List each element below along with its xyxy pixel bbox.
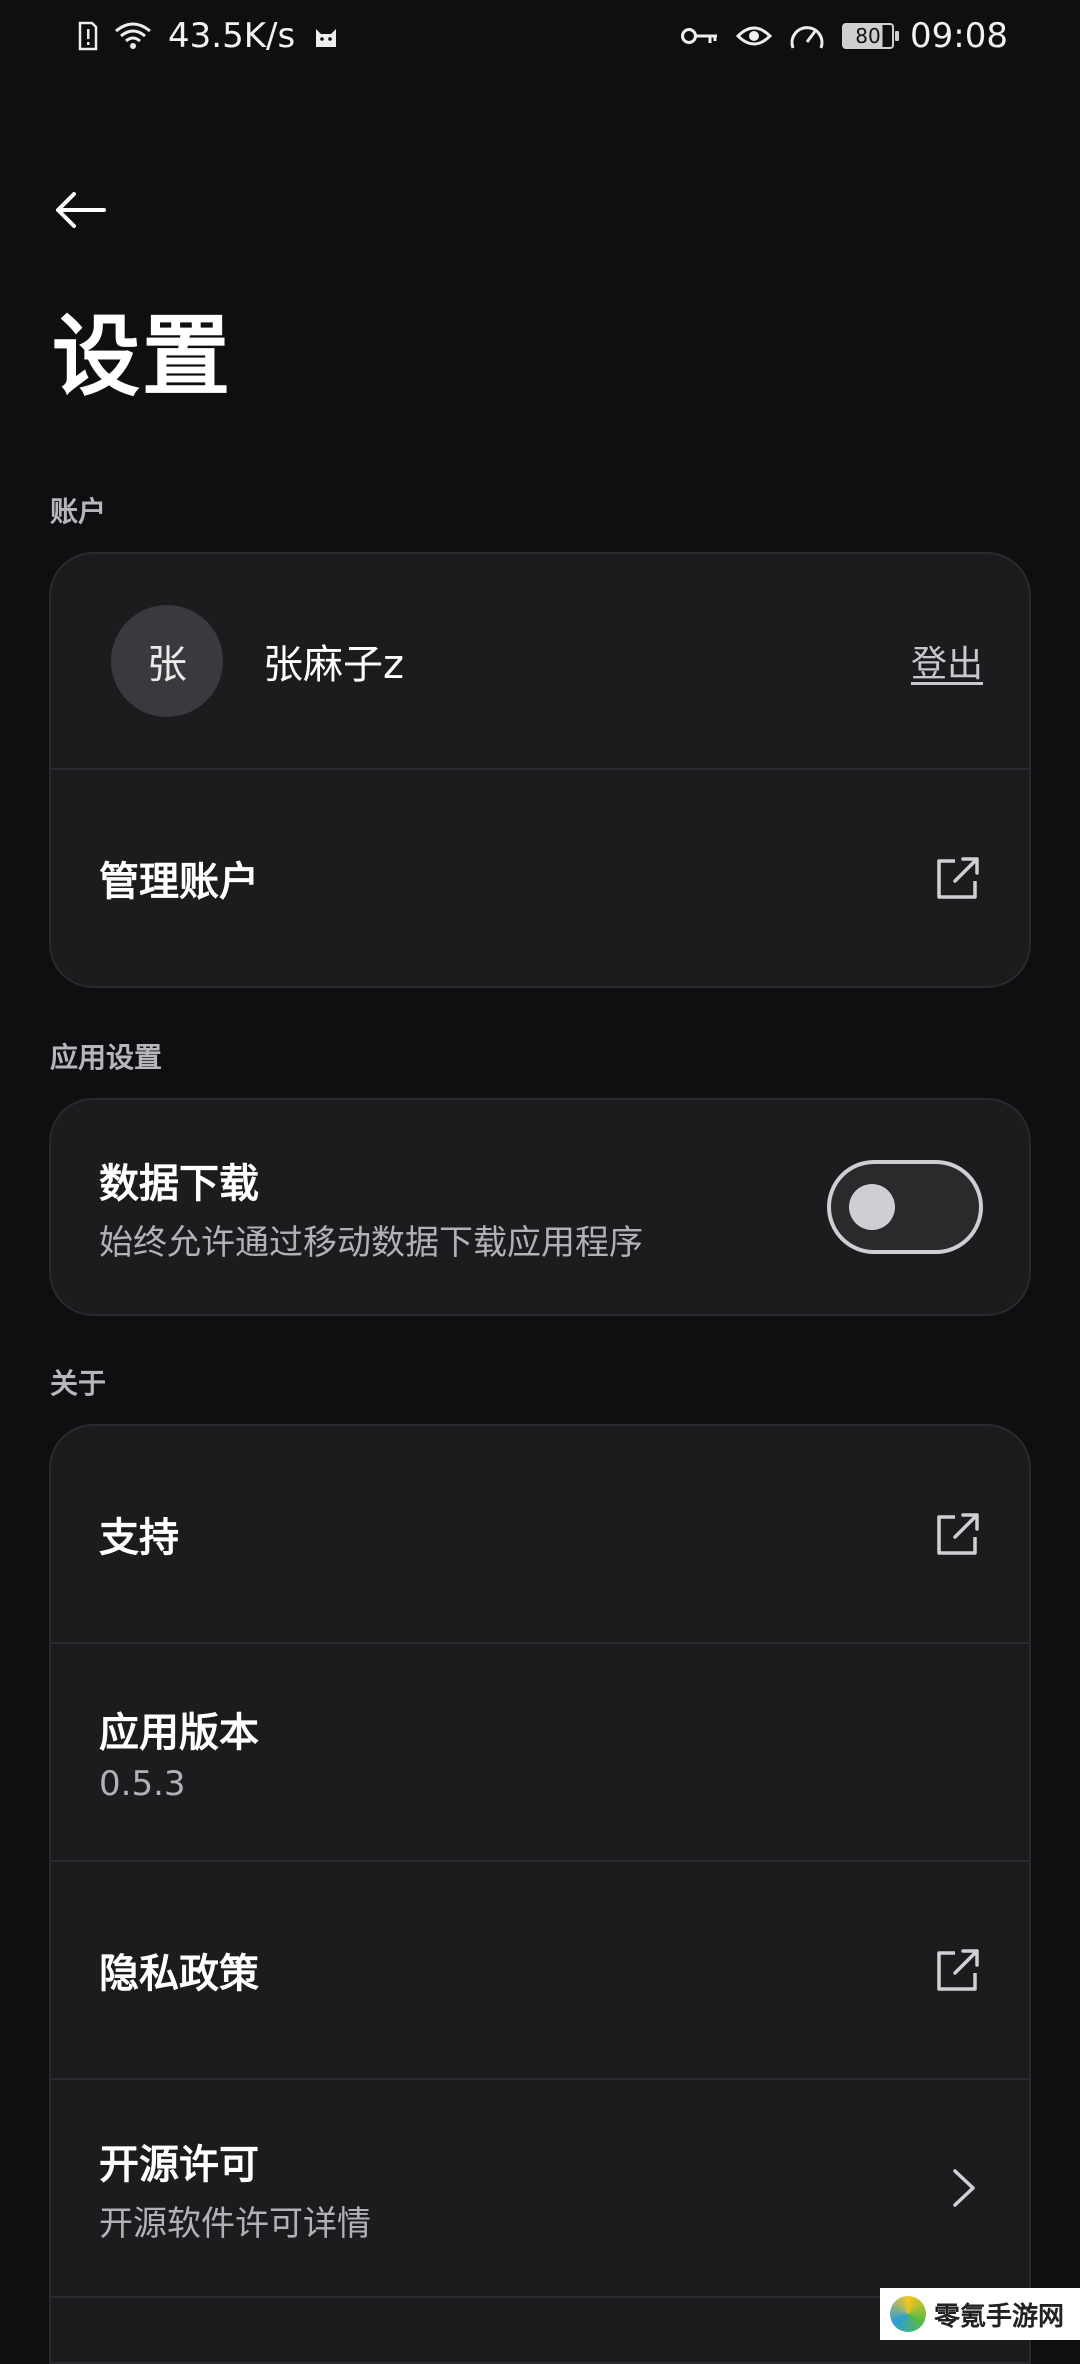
key-icon (680, 24, 720, 48)
app-version-value: 0.5.3 (99, 1764, 186, 1804)
open-source-license-subtitle: 开源软件许可详情 (99, 2203, 371, 2244)
net-speed: 43.5K/s (168, 16, 296, 56)
section-label-about: 关于 (50, 1367, 107, 1400)
open-source-license-text: 开源许可 开源软件许可详情 (99, 2132, 371, 2245)
data-download-toggle[interactable] (827, 1160, 983, 1254)
watermark-logo-icon (890, 2296, 926, 2332)
battery-level: 80 (855, 24, 881, 48)
data-download-row[interactable]: 数据下载 始终允许通过移动数据下载应用程序 (51, 1100, 1029, 1314)
logout-button[interactable]: 登出 (911, 635, 983, 687)
eye-icon (736, 23, 773, 49)
data-download-subtitle: 始终允许通过移动数据下载应用程序 (99, 1222, 643, 1263)
external-link-icon (933, 1945, 983, 1995)
about-card: 支持 应用版本 0.5.3 隐私政策 开源许可 开源软件许可详情 (49, 1424, 1031, 2364)
manage-account-row[interactable]: 管理账户 (51, 770, 1029, 986)
chevron-right-icon (943, 2163, 983, 2213)
data-download-text: 数据下载 始终允许通过移动数据下载应用程序 (99, 1151, 643, 1264)
clock: 09:08 (910, 16, 1008, 56)
data-download-title: 数据下载 (99, 1160, 259, 1207)
page-title: 设置 (52, 305, 233, 408)
privacy-policy-row[interactable]: 隐私政策 (51, 1862, 1029, 2080)
back-arrow-icon (56, 192, 106, 228)
status-bar-left: 43.5K/s (78, 16, 341, 56)
battery-icon: 80 (842, 23, 900, 49)
watermark-text: 零氪手游网 (934, 2301, 1065, 2332)
support-label: 支持 (99, 1515, 179, 1561)
avatar: 张 (111, 605, 223, 717)
privacy-policy-label: 隐私政策 (99, 1951, 259, 1997)
external-link-icon (933, 853, 983, 903)
toggle-knob (849, 1184, 895, 1230)
sim-alert-icon (78, 21, 98, 51)
manage-account-label: 管理账户 (99, 859, 259, 905)
external-link-icon (933, 1509, 983, 1559)
app-settings-card: 数据下载 始终允许通过移动数据下载应用程序 (49, 1098, 1031, 1316)
username: 张麻子z (263, 642, 404, 688)
wifi-icon (114, 21, 152, 51)
section-label-account: 账户 (50, 495, 107, 528)
app-version-row: 应用版本 0.5.3 (51, 1644, 1029, 1862)
status-bar-right: 80 09:08 (680, 16, 1008, 56)
section-label-app-settings: 应用设置 (50, 1041, 163, 1074)
status-bar: 43.5K/s 80 09:08 (0, 0, 1080, 72)
account-row: 张 张麻子z 登出 (51, 554, 1029, 770)
account-info: 张 张麻子z (99, 605, 404, 717)
cat-icon (311, 21, 341, 51)
app-version-text: 应用版本 0.5.3 (99, 1700, 259, 1804)
account-card: 张 张麻子z 登出 管理账户 (49, 552, 1031, 988)
back-button[interactable] (50, 180, 110, 240)
speedometer-icon (788, 20, 826, 52)
open-source-license-row[interactable]: 开源许可 开源软件许可详情 (51, 2080, 1029, 2298)
support-row[interactable]: 支持 (51, 1426, 1029, 1644)
app-version-title: 应用版本 (99, 1710, 259, 1756)
watermark: 零氪手游网 (880, 2288, 1080, 2340)
open-source-license-title: 开源许可 (99, 2141, 259, 2188)
avatar-letter: 张 (147, 642, 187, 688)
